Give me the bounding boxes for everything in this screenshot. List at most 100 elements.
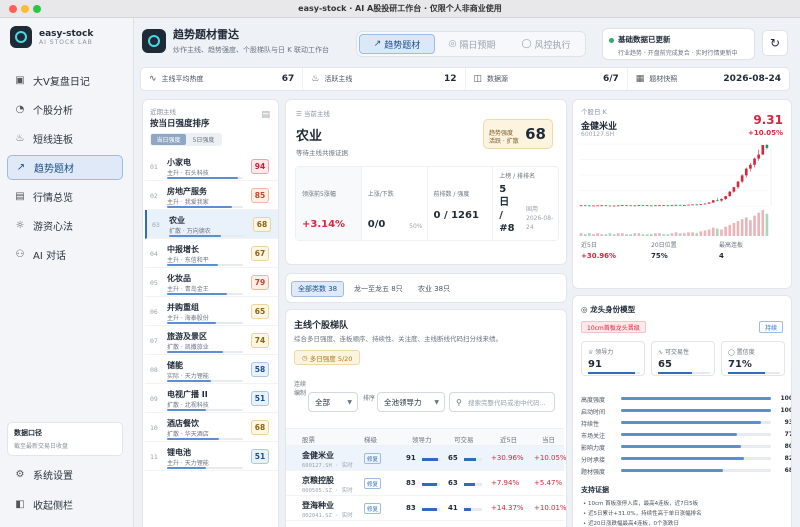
ranking-item[interactable]: 06 并购重组 主升 · 海泰股份 65	[145, 297, 278, 326]
brand-name: easy-stock	[39, 28, 94, 39]
chip-sector[interactable]: 农业 38只	[412, 281, 456, 297]
metric-bar	[621, 457, 771, 460]
ranking-item[interactable]: 03 农业 扩散 · 万向德农 68	[145, 210, 278, 239]
tradability-bar	[658, 372, 710, 374]
theme-name: 农业	[169, 216, 185, 225]
ranking-item[interactable]: 02 房地产服务 主升 · 我爱我家 85	[145, 181, 278, 210]
col-today[interactable]: 当日	[542, 434, 555, 444]
evidence-item: • 近20日涨跌幅最高4连板，0个涨跌日	[583, 521, 679, 527]
volume-bar	[744, 217, 748, 236]
ranking-item[interactable]: 01 小家电 主升 · 石头科技 94	[145, 152, 278, 181]
table-row[interactable]: 金健米业 600127.SH · 实时 修复 91 65 +30.96% +10…	[286, 446, 566, 471]
metric-label: 题材强度	[581, 469, 606, 476]
table-row[interactable]: 登海种业 002041.SZ · 实时 修复 83 41 +14.37% +10…	[286, 496, 566, 521]
ranking-item[interactable]: 10 酒店餐饮 扩散 · 华天酒店 68	[145, 413, 278, 442]
bar-chart-icon[interactable]: ▤	[261, 110, 270, 120]
theme-strength-bar	[167, 380, 243, 382]
theme-name: 锂电池	[167, 448, 191, 457]
candle-body	[654, 205, 657, 207]
metric-value: 68	[784, 467, 791, 474]
book-icon: ▣	[15, 75, 25, 86]
leadership-value: 83	[406, 479, 416, 487]
metric-up-down: 上涨/下跌 0/0 50%	[362, 167, 428, 240]
data-source-title: 数据口径	[14, 429, 42, 437]
volume-bar	[654, 233, 657, 236]
dragon-type-badge: 10cm首板龙头晋级	[581, 321, 646, 333]
col-stock[interactable]: 股票	[302, 434, 315, 444]
table-row[interactable]: 京粮控股 000505.SZ · 实时 修复 83 63 +7.94% +5.4…	[286, 471, 564, 496]
stock-price: 9.31	[753, 113, 783, 127]
footer-20day: 20日位置 75%	[651, 240, 711, 260]
volume-bar	[616, 233, 620, 236]
ranking-item[interactable]: 04 中报增长 主升 · 东信和平 67	[145, 239, 278, 268]
ranking-item[interactable]: 11 锂电池 主升 · 天力锂能 51	[145, 442, 278, 471]
ranking-item[interactable]: 09 电视广播 II 扩散 · 北视科技 51	[145, 384, 278, 413]
theme-name: 化妆品	[167, 274, 191, 283]
settings-button[interactable]: ⚙ 系统设置	[7, 462, 123, 487]
close-window-button[interactable]	[9, 5, 17, 13]
theme-leader: 主升 · 东信和平	[167, 257, 209, 264]
zoom-window-button[interactable]	[33, 5, 41, 13]
sort-daily-button[interactable]: 当日强度	[151, 134, 186, 145]
stock-search-input[interactable]: ⚲ 搜索完整代码或池中代码...	[449, 392, 555, 412]
minimize-window-button[interactable]	[21, 5, 29, 13]
col-tier[interactable]: 梯级	[364, 434, 377, 444]
ranking-item[interactable]: 05 化妆品 主升 · 青岛金王 79	[145, 268, 278, 297]
sidebar-item-diary[interactable]: ▣ 大V复盘日记	[7, 68, 123, 93]
candle-body	[596, 205, 599, 207]
chart-icon: ▤	[15, 191, 25, 202]
col-tradable[interactable]: 可交易	[454, 434, 474, 444]
collapse-sidebar-button[interactable]: ◧ 收起侧栏	[7, 492, 123, 517]
tradable-bar	[464, 508, 482, 511]
theme-score-badge: 51	[251, 449, 269, 464]
footer-value: 75%	[651, 252, 668, 260]
col-5day[interactable]: 近5日	[500, 434, 517, 444]
metric-label: 前排数 / 强度	[433, 191, 470, 198]
volume-bar	[683, 233, 686, 236]
sidebar-item-short-term[interactable]: ♨ 短线连板	[7, 126, 123, 151]
candle-body	[699, 204, 703, 206]
candle-body	[616, 205, 620, 207]
candle-body	[724, 196, 727, 199]
sidebar-item-stock-analysis[interactable]: ◔ 个股分析	[7, 97, 123, 122]
tier-select[interactable]: 全部 ▼	[308, 392, 358, 412]
tab-next-day[interactable]: ◎ 隔日预期	[435, 34, 509, 54]
evidence-item: • 10cm 首板涨停入库，最高4连板，近7日5板	[583, 501, 699, 507]
stock-name: 京粮控股	[302, 476, 334, 485]
candle-body	[753, 158, 756, 165]
sort-select[interactable]: 全池领导力 ▼	[377, 392, 445, 412]
col-leadership[interactable]: 领导力	[412, 434, 432, 444]
stat-avg-heat: ∿ 主线平均热度 67	[141, 68, 304, 90]
sidebar-item-trend-theme[interactable]: ↗ 趋势题材	[7, 155, 123, 180]
ranking-item[interactable]: 07 旅游及景区 扩散 · 凯撒旅业 74	[145, 326, 278, 355]
sidebar-item-ai-chat[interactable]: ⚇ AI 对话	[7, 242, 123, 267]
chip-all[interactable]: 全部类数 38	[291, 281, 345, 297]
candle-body	[592, 205, 595, 207]
theme-score-badge: 67	[251, 246, 269, 261]
shield-icon: ◯	[728, 349, 737, 356]
metric-row: 影响力度 80	[581, 442, 791, 452]
metric-value: 0 / 1261	[433, 210, 479, 221]
candle-body	[612, 205, 616, 207]
ranking-item[interactable]: 08 储能 实际 · 天力锂能 58	[145, 355, 278, 384]
sort-5day-button[interactable]: 5日强度	[186, 134, 221, 145]
sidebar-item-market-overview[interactable]: ▤ 行情总览	[7, 184, 123, 209]
change-5day: +30.96%	[491, 454, 524, 462]
refresh-button[interactable]: ↻	[762, 30, 788, 56]
metric-row: 市场关注 77	[581, 430, 791, 440]
tab-risk-control[interactable]: ◯ 风控执行	[509, 34, 583, 54]
stat-label: 题材快照	[649, 75, 678, 83]
lightbulb-icon: ☼	[15, 220, 25, 231]
leadership-bar	[588, 372, 640, 374]
volume-bar	[699, 231, 703, 236]
metric-value: 80	[784, 443, 791, 450]
confidence-box: ◯ 置信度 71%	[721, 341, 785, 376]
theme-strength-bar	[167, 293, 243, 295]
metric-extra: 50%	[409, 223, 423, 230]
stat-snapshot: ▦ 题材快照 2026-08-24	[628, 68, 789, 90]
sidebar-item-hot-money[interactable]: ☼ 游资心法	[7, 213, 123, 238]
chip-dragon[interactable]: 龙一至龙五 8只	[348, 281, 409, 297]
candle-body	[670, 205, 674, 207]
candle-body	[736, 181, 740, 188]
tab-trend-theme[interactable]: ↗ 趋势题材	[359, 34, 435, 54]
